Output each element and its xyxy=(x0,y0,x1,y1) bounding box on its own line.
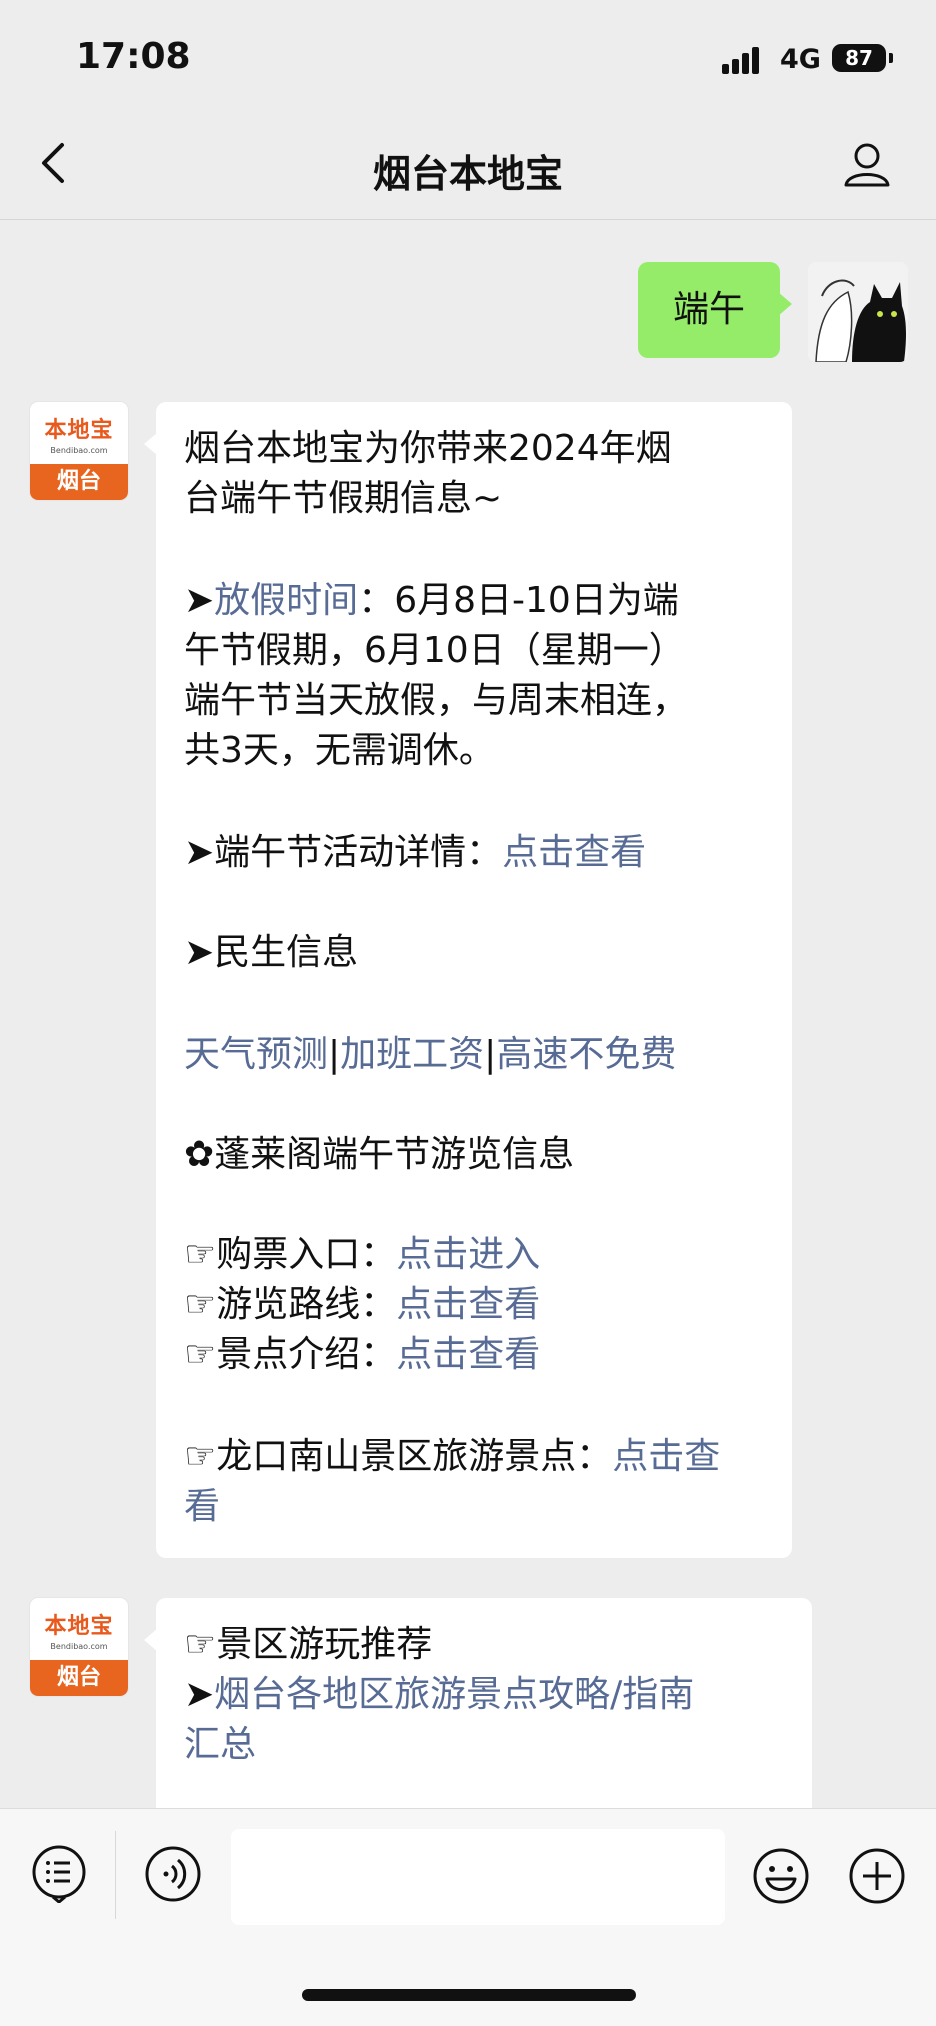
route-label: ☞游览路线： xyxy=(184,1284,397,1325)
livelihood-title: ➤民生信息 xyxy=(184,932,359,973)
route-line: ☞游览路线：点击查看 xyxy=(184,1280,540,1330)
bullet-arrow: ➤ xyxy=(184,580,215,621)
bot-avatar[interactable]: 本地宝 Bendibao.com 烟台 xyxy=(30,1598,128,1696)
holiday-time-link[interactable]: 放假时间 xyxy=(214,580,358,621)
overtime-link[interactable]: 加班工资 xyxy=(340,1034,484,1075)
activity-label: ➤端午节活动详情： xyxy=(184,832,503,873)
holiday-text: 午节假期，6月10日（星期一） xyxy=(184,630,685,671)
longkou-link[interactable]: 点击查 xyxy=(612,1436,720,1477)
voice-icon[interactable] xyxy=(144,1845,202,1903)
longkou-line: ☞龙口南山景区旅游景点：点击查 xyxy=(184,1432,720,1482)
emoji-icon[interactable] xyxy=(752,1847,810,1905)
avatar-brand-text: 本地宝 xyxy=(44,1614,114,1639)
network-type: 4G xyxy=(780,44,821,75)
avatar-site-text: Bendibao.com xyxy=(50,446,108,455)
livelihood-links: 天气预测|加班工资|高速不免费 xyxy=(184,1030,676,1080)
cellular-signal-icon xyxy=(722,44,768,74)
activity-line: ➤端午节活动详情：点击查看 xyxy=(184,828,646,878)
guide-link[interactable]: 烟台各地区旅游景点攻略/指南 xyxy=(214,1674,694,1715)
holiday-text: 共3天，无需调休。 xyxy=(184,730,495,771)
page-title: 烟台本地宝 xyxy=(372,152,563,196)
bullet-arrow: ➤ xyxy=(184,1674,215,1715)
status-bar: 17:08 4G 87 xyxy=(0,0,936,115)
ticket-link[interactable]: 点击进入 xyxy=(396,1234,540,1275)
intro-line: 烟台本地宝为你带来2024年烟 xyxy=(184,428,672,469)
avatar-city-text: 烟台 xyxy=(30,1660,128,1696)
bot-avatar[interactable]: 本地宝 Bendibao.com 烟台 xyxy=(30,402,128,500)
nav-bar: 烟台本地宝 xyxy=(0,115,936,220)
message-input[interactable] xyxy=(231,1829,725,1925)
cat-avatar-icon xyxy=(808,262,908,362)
battery-icon: 87 xyxy=(832,44,886,72)
spot-line: ☞景点介绍：点击查看 xyxy=(184,1330,540,1380)
avatar-city-text: 烟台 xyxy=(30,464,128,500)
intro-line: 台端午节假期信息~ xyxy=(184,478,503,519)
ticket-line: ☞购票入口：点击进入 xyxy=(184,1230,540,1280)
profile-icon[interactable] xyxy=(842,139,892,189)
user-message-bubble[interactable]: 端午 xyxy=(638,262,792,358)
penglai-title: ✿蓬莱阁端午节游览信息 xyxy=(184,1134,575,1175)
input-bar xyxy=(0,1808,936,2026)
bot-message-bubble: 烟台本地宝为你带来2024年烟 台端午节假期信息~ ➤放假时间：6月8日-10日… xyxy=(144,402,792,1558)
guide-line: ➤烟台各地区旅游景点攻略/指南 xyxy=(184,1670,694,1720)
holiday-text: 端午节当天放假，与周末相连， xyxy=(184,680,689,721)
link-divider: | xyxy=(484,1034,497,1075)
guide-link[interactable]: 汇总 xyxy=(184,1720,256,1770)
holiday-text: ：6月8日-10日为端 xyxy=(358,580,679,621)
spot-label: ☞景点介绍： xyxy=(184,1334,397,1375)
weather-link[interactable]: 天气预测 xyxy=(184,1034,328,1075)
home-indicator[interactable] xyxy=(302,1989,636,2001)
battery-cap xyxy=(889,53,893,63)
bot-avatar-logo: 本地宝 Bendibao.com xyxy=(30,1598,128,1660)
longkou-link[interactable]: 看 xyxy=(184,1482,220,1532)
spot-link[interactable]: 点击查看 xyxy=(396,1334,540,1375)
activity-link[interactable]: 点击查看 xyxy=(502,832,646,873)
bot-avatar-logo: 本地宝 Bendibao.com xyxy=(30,402,128,464)
menu-list-icon[interactable] xyxy=(30,1845,88,1903)
longkou-label: ☞龙口南山景区旅游景点： xyxy=(184,1436,613,1477)
ticket-label: ☞购票入口： xyxy=(184,1234,397,1275)
holiday-line: ➤放假时间：6月8日-10日为端 xyxy=(184,576,679,626)
route-link[interactable]: 点击查看 xyxy=(396,1284,540,1325)
avatar-site-text: Bendibao.com xyxy=(50,1642,108,1651)
user-avatar[interactable] xyxy=(808,262,908,362)
link-divider: | xyxy=(328,1034,341,1075)
avatar-brand-text: 本地宝 xyxy=(44,418,114,443)
input-bar-divider xyxy=(115,1831,116,1919)
recommend-line: ☞景区游玩推荐 xyxy=(184,1624,433,1665)
status-time: 17:08 xyxy=(76,36,191,77)
plus-icon[interactable] xyxy=(848,1847,906,1905)
highway-link[interactable]: 高速不免费 xyxy=(496,1034,676,1075)
